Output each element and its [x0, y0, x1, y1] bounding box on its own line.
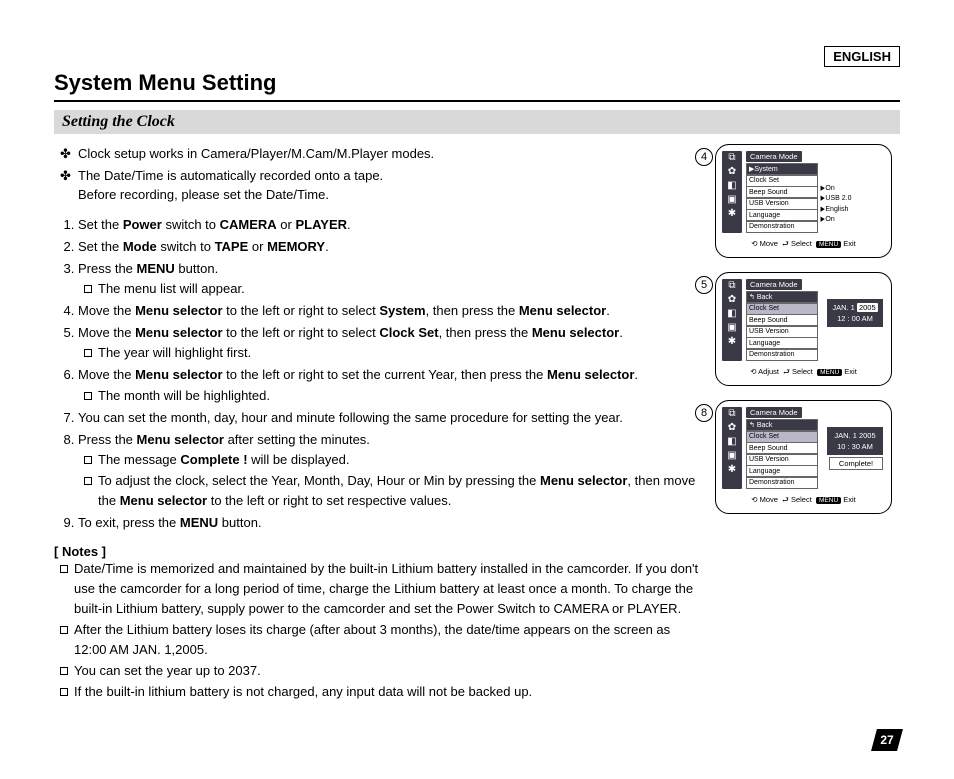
screen-step-5: 5 Camera Mode ⧉ ✿ ◧ ▣ ✱ ↰ Back Clock Set… — [715, 272, 900, 386]
menu-list: ▶System Clock Set Beep Sound USB Version… — [746, 163, 818, 232]
step: Move the Menu selector to the left or ri… — [78, 365, 703, 405]
menu-list: ↰ Back Clock Set Beep Sound USB Version … — [746, 291, 818, 360]
screen-header: Camera Mode — [746, 279, 802, 290]
gear-icon: ✱ — [726, 465, 738, 475]
step: Move the Menu selector to the left or ri… — [78, 323, 703, 363]
menu-row-system: ▶System — [746, 163, 818, 175]
date-preview: JAN. 1 2005 12 : 00 AM — [827, 299, 883, 327]
menu-row: Language — [746, 209, 818, 221]
screen-footer: ⟲ Move ⮐ Select MENU Exit — [716, 238, 891, 251]
step: Press the MENU button. The menu list wil… — [78, 259, 703, 299]
menu-row: Beep Sound — [746, 314, 818, 326]
av-icon: ▣ — [726, 323, 738, 333]
note: You can set the year up to 2037. — [74, 661, 703, 681]
menu-row-back: ↰ Back — [746, 291, 818, 303]
reel-icon: ✿ — [726, 167, 738, 177]
step-badge-5: 5 — [695, 276, 713, 294]
menu-row-clockset: Clock Set — [746, 431, 818, 443]
step: Set the Mode switch to TAPE or MEMORY. — [78, 237, 703, 257]
step: Move the Menu selector to the left or ri… — [78, 301, 703, 321]
notes-heading: [ Notes ] — [54, 544, 703, 559]
menu-row: Clock Set — [746, 175, 818, 187]
menu-row: Demonstration — [746, 477, 818, 489]
substep: The month will be highlighted. — [98, 386, 703, 406]
reel-icon: ✿ — [726, 423, 738, 433]
screen-step-8: 8 Camera Mode ⧉ ✿ ◧ ▣ ✱ ↰ Back Clock Set… — [715, 400, 900, 514]
reel-icon: ✿ — [726, 295, 738, 305]
steps-list: Set the Power switch to CAMERA or PLAYER… — [54, 215, 703, 534]
tv-icon: ◧ — [726, 309, 738, 319]
note: If the built-in lithium battery is not c… — [74, 682, 703, 702]
camera-icon: ⧉ — [726, 153, 738, 163]
av-icon: ▣ — [726, 451, 738, 461]
screen-step-4: 4 Camera Mode ⧉ ✿ ◧ ▣ ✱ ▶System Clock Se… — [715, 144, 900, 258]
menu-row: Language — [746, 337, 818, 349]
menu-row-clockset: Clock Set — [746, 303, 818, 315]
step-badge-8: 8 — [695, 404, 713, 422]
step: To exit, press the MENU button. — [78, 513, 703, 533]
page-number-badge: 27 — [871, 729, 903, 751]
notes-list: Date/Time is memorized and maintained by… — [54, 559, 703, 703]
page-title: System Menu Setting — [54, 70, 900, 96]
intro-bullets: Clock setup works in Camera/Player/M.Cam… — [54, 144, 703, 205]
value-column: ▶On ▶USB 2.0 ▶English ▶On — [820, 173, 851, 226]
menu-row: USB Version — [746, 198, 818, 210]
gear-icon: ✱ — [726, 209, 738, 219]
language-badge: ENGLISH — [824, 46, 900, 67]
note: After the Lithium battery loses its char… — [74, 620, 703, 660]
icon-column: ⧉ ✿ ◧ ▣ ✱ — [722, 279, 742, 361]
substep: The menu list will appear. — [98, 279, 703, 299]
menu-row: Beep Sound — [746, 186, 818, 198]
title-rule — [54, 100, 900, 102]
manual-page: ENGLISH System Menu Setting Setting the … — [0, 0, 954, 779]
menu-row: Language — [746, 465, 818, 477]
complete-label: Complete! — [829, 457, 883, 470]
menu-row: USB Version — [746, 454, 818, 466]
screen-header: Camera Mode — [746, 407, 802, 418]
text-column: Clock setup works in Camera/Player/M.Cam… — [54, 144, 715, 704]
substep: The year will highlight first. — [98, 343, 703, 363]
substep: To adjust the clock, select the Year, Mo… — [98, 471, 703, 511]
note: Date/Time is memorized and maintained by… — [74, 559, 703, 619]
tv-icon: ◧ — [726, 437, 738, 447]
screen-footer: ⟲ Move ⮐ Select MENU Exit — [716, 494, 891, 507]
menu-row-back: ↰ Back — [746, 419, 818, 431]
date-preview: JAN. 1 2005 10 : 30 AM — [827, 427, 883, 455]
gear-icon: ✱ — [726, 337, 738, 347]
menu-row: Beep Sound — [746, 442, 818, 454]
intro-bullet: Clock setup works in Camera/Player/M.Cam… — [78, 144, 703, 164]
tv-icon: ◧ — [726, 181, 738, 191]
icon-column: ⧉ ✿ ◧ ▣ ✱ — [722, 151, 742, 233]
menu-row: Demonstration — [746, 349, 818, 361]
step: You can set the month, day, hour and min… — [78, 408, 703, 428]
illustration-column: 4 Camera Mode ⧉ ✿ ◧ ▣ ✱ ▶System Clock Se… — [715, 144, 900, 704]
step-badge-4: 4 — [695, 148, 713, 166]
menu-list: ↰ Back Clock Set Beep Sound USB Version … — [746, 419, 818, 488]
screen-footer: ⟲ Adjust ⮐ Select MENU Exit — [716, 366, 891, 379]
icon-column: ⧉ ✿ ◧ ▣ ✱ — [722, 407, 742, 489]
step: Press the Menu selector after setting th… — [78, 430, 703, 512]
step: Set the Power switch to CAMERA or PLAYER… — [78, 215, 703, 235]
camera-icon: ⧉ — [726, 281, 738, 291]
menu-row: Demonstration — [746, 221, 818, 233]
substep: The message Complete ! will be displayed… — [98, 450, 703, 470]
av-icon: ▣ — [726, 195, 738, 205]
screen-header: Camera Mode — [746, 151, 802, 162]
camera-icon: ⧉ — [726, 409, 738, 419]
section-subhead: Setting the Clock — [54, 110, 900, 134]
menu-row: USB Version — [746, 326, 818, 338]
intro-bullet: The Date/Time is automatically recorded … — [78, 166, 703, 205]
